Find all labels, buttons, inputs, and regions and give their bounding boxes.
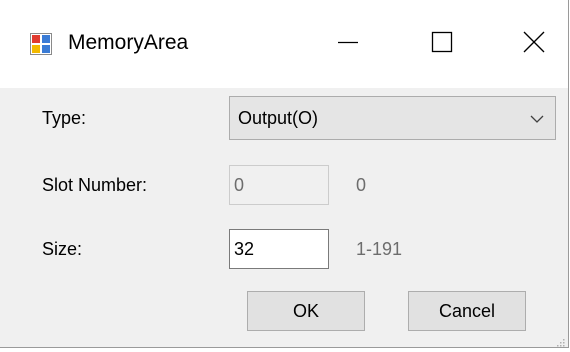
cancel-button[interactable]: Cancel [408, 291, 526, 331]
slot-number-range-hint: 0 [356, 175, 367, 195]
size-field[interactable] [229, 229, 329, 269]
size-range-hint: 1-191 [356, 239, 403, 259]
title-bar[interactable]: MemoryArea [0, 0, 568, 88]
maximize-icon [431, 31, 453, 58]
ok-button[interactable]: OK [247, 291, 365, 331]
app-window-icon [30, 33, 52, 55]
type-combobox[interactable]: Output(O) [229, 96, 556, 140]
type-label: Type: [42, 108, 87, 128]
slot-number-field [229, 165, 329, 205]
chevron-down-icon [529, 111, 545, 127]
maximize-button[interactable] [412, 18, 472, 70]
close-icon [523, 31, 545, 58]
resize-grip-icon[interactable] [555, 334, 565, 347]
close-button[interactable] [504, 18, 564, 70]
size-label: Size: [42, 239, 83, 259]
minimize-icon [337, 31, 359, 58]
memory-area-dialog: MemoryArea Type: Output(O) Slot Number: … [0, 0, 569, 348]
type-selected-value: Output(O) [238, 108, 319, 128]
minimize-button[interactable] [318, 18, 378, 70]
slot-number-label: Slot Number: [42, 175, 148, 195]
window-title: MemoryArea [68, 31, 189, 54]
